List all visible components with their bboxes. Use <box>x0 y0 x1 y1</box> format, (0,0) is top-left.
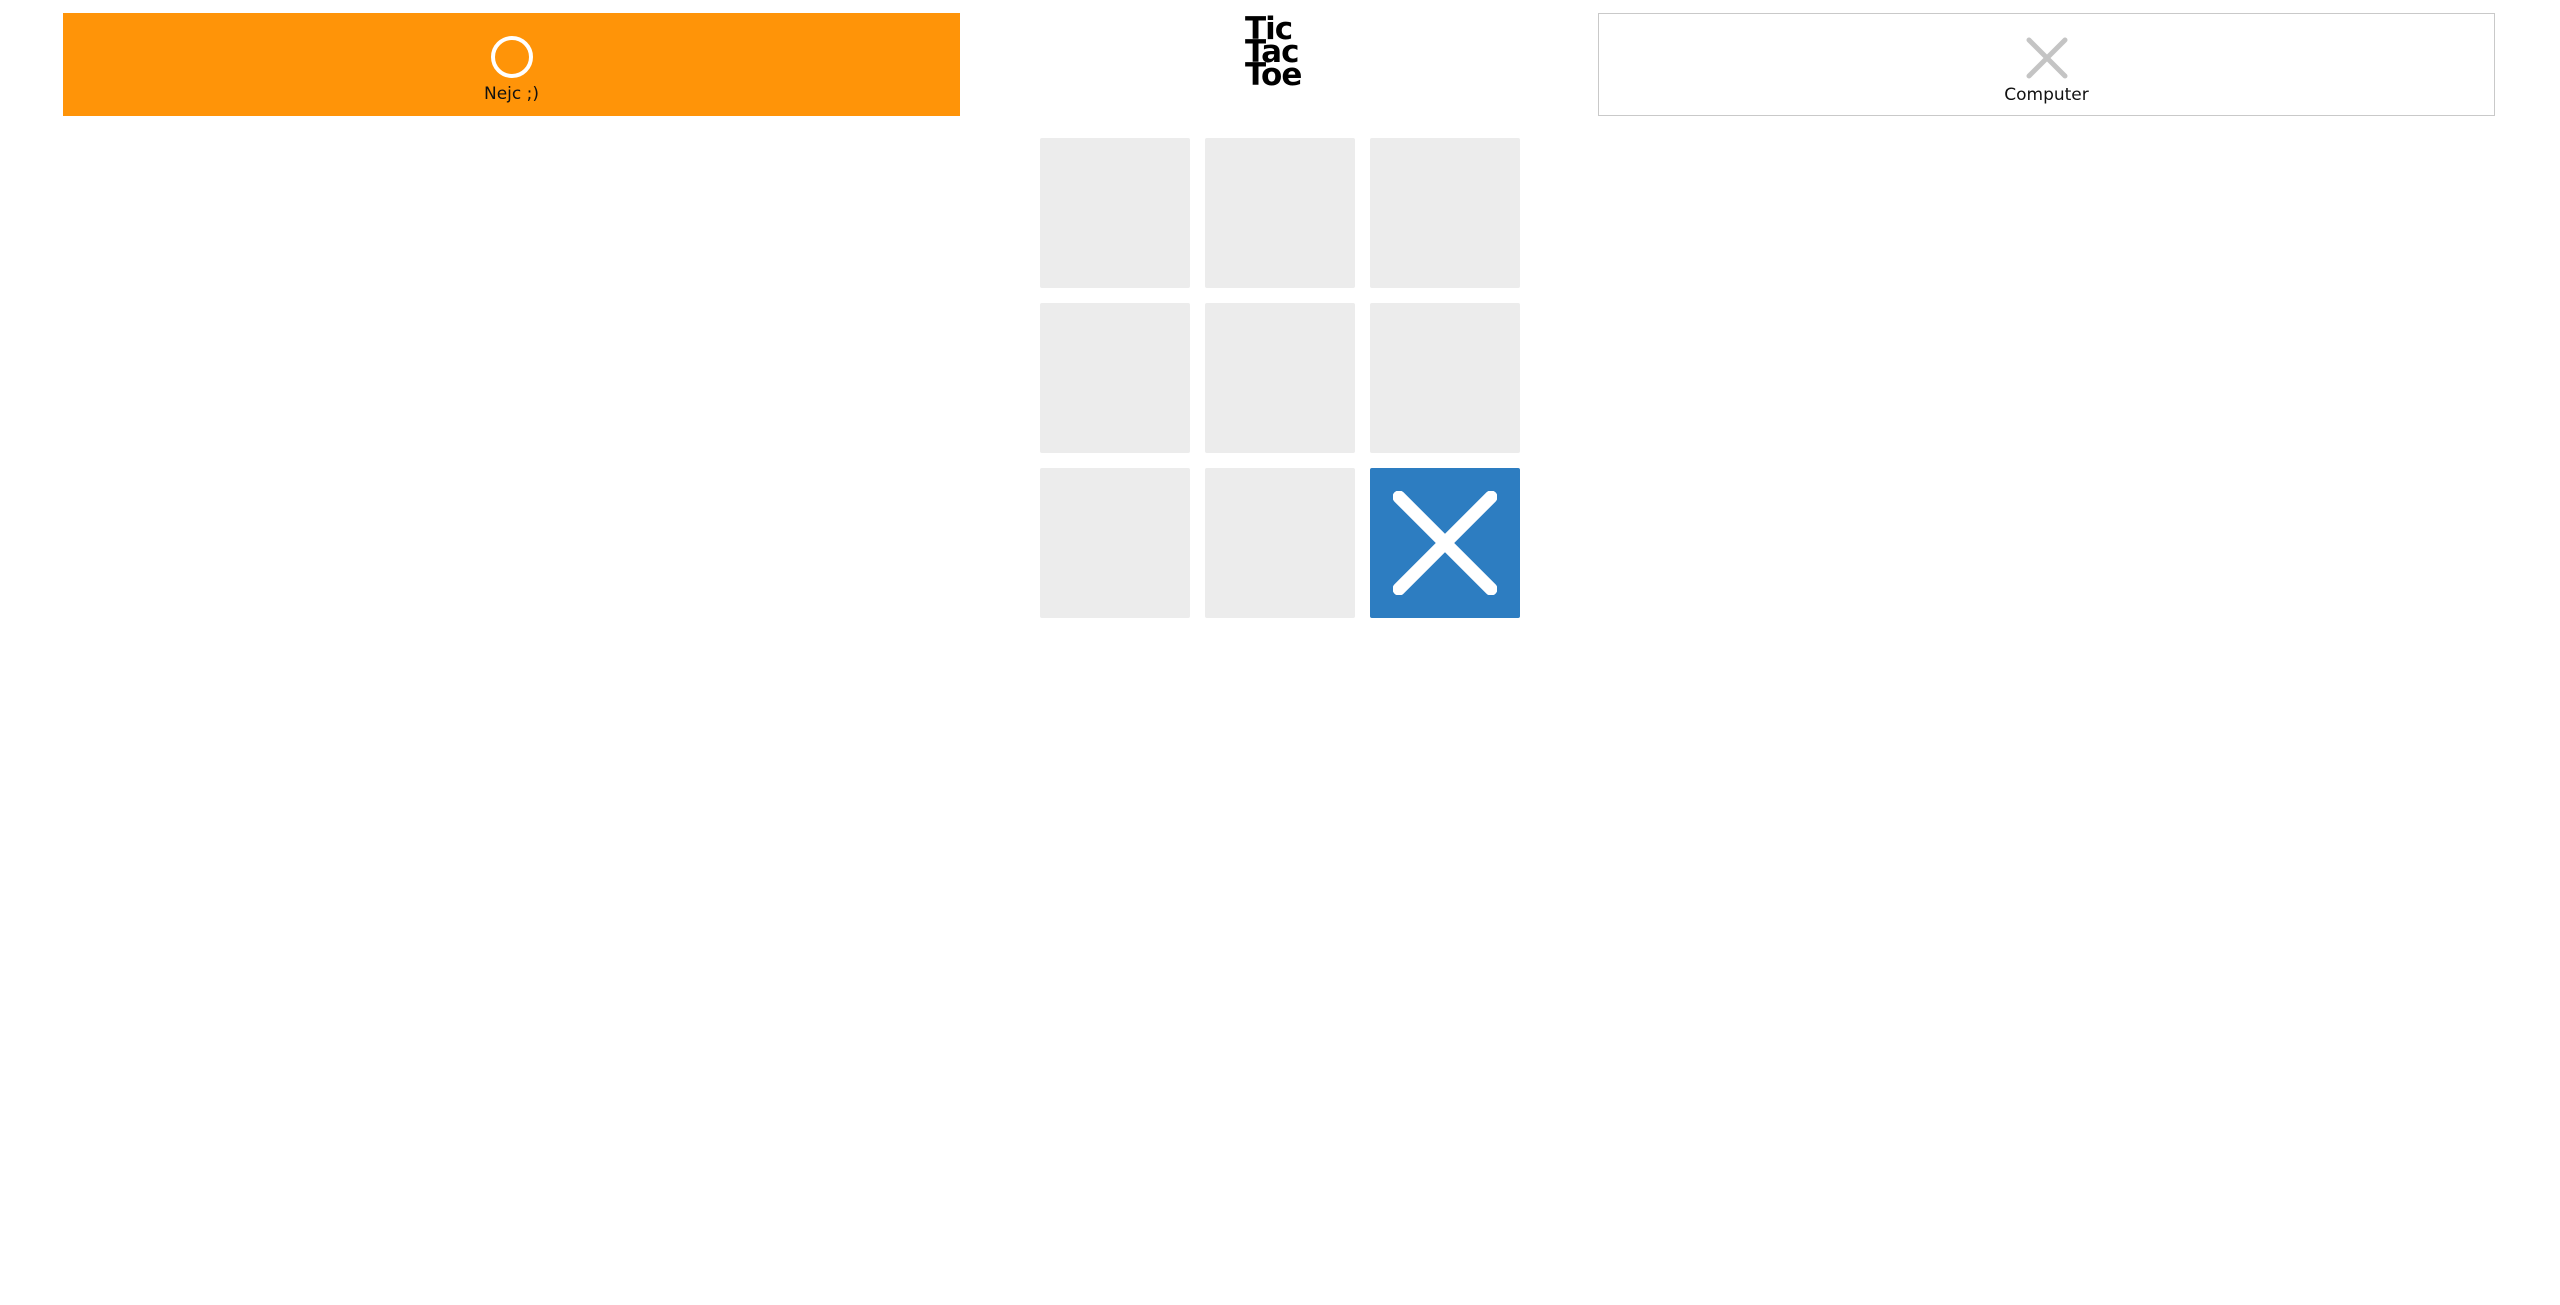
board-cell-5[interactable] <box>1205 303 1355 453</box>
cross-icon <box>1393 491 1497 595</box>
board-cell-3[interactable] <box>1370 138 1520 288</box>
player-name-computer: Computer <box>2004 85 2089 105</box>
player-panel-computer: Computer <box>1598 13 2495 116</box>
board-cell-8[interactable] <box>1205 468 1355 618</box>
board-cell-1[interactable] <box>1040 138 1190 288</box>
board-cell-2[interactable] <box>1205 138 1355 288</box>
board-cell-4[interactable] <box>1040 303 1190 453</box>
player-name-human: Nejc ;) <box>483 84 539 104</box>
player-panel-human: Nejc ;) <box>63 13 960 116</box>
game-board <box>1040 138 1520 618</box>
app-logo: Tic Tac Toe <box>1245 14 1315 93</box>
cross-icon <box>2026 37 2067 79</box>
circle-icon <box>490 36 533 78</box>
board-cell-9[interactable] <box>1370 468 1520 618</box>
board-cell-7[interactable] <box>1040 468 1190 618</box>
board-cell-6[interactable] <box>1370 303 1520 453</box>
logo-line-3: Toe <box>1245 57 1302 93</box>
